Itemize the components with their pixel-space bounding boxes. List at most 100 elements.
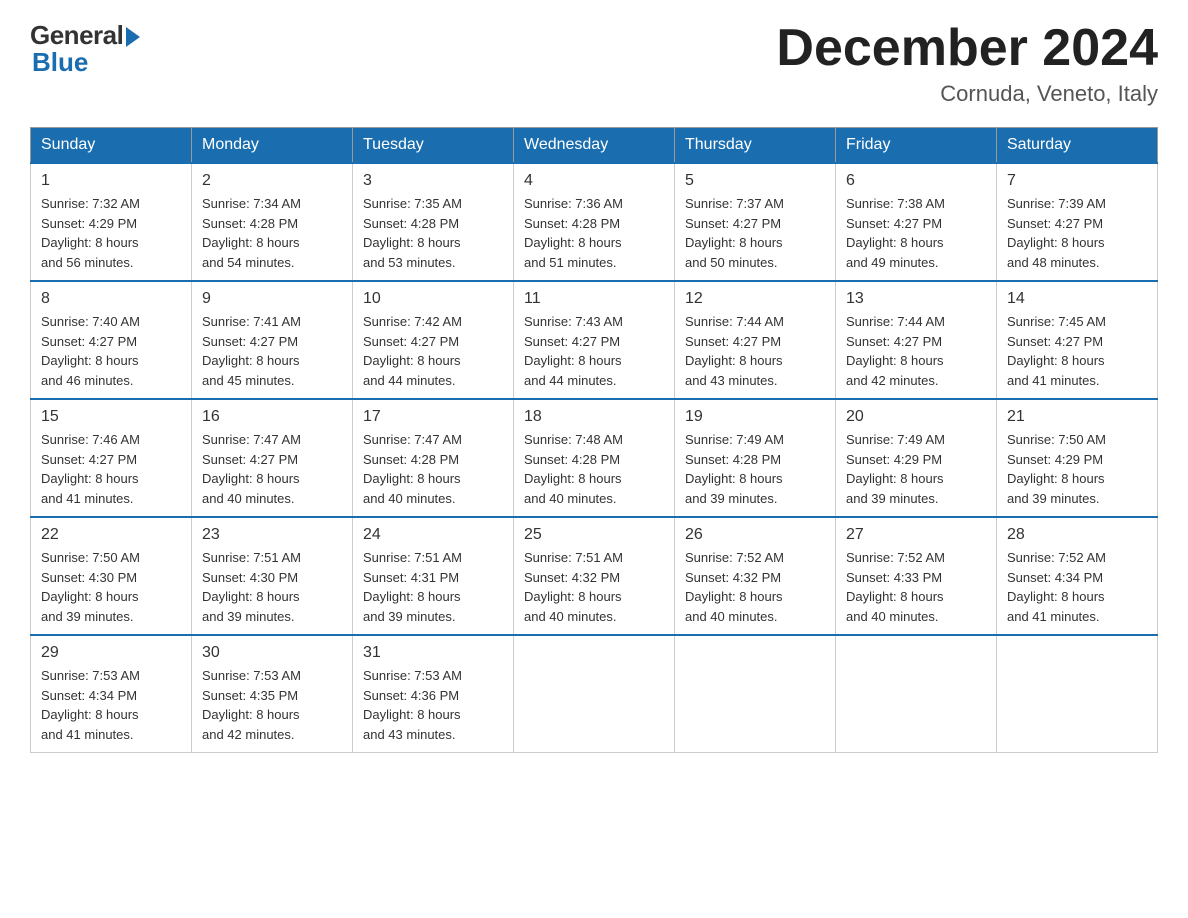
table-row: 11 Sunrise: 7:43 AM Sunset: 4:27 PM Dayl… [514, 281, 675, 399]
daylight-minutes: and 39 minutes. [41, 609, 134, 624]
day-info: Sunrise: 7:53 AM Sunset: 4:35 PM Dayligh… [202, 666, 342, 744]
day-info: Sunrise: 7:44 AM Sunset: 4:27 PM Dayligh… [685, 312, 825, 390]
location-text: Cornuda, Veneto, Italy [776, 81, 1158, 107]
day-info: Sunrise: 7:53 AM Sunset: 4:36 PM Dayligh… [363, 666, 503, 744]
col-thursday: Thursday [675, 128, 836, 164]
daylight-label: Daylight: 8 hours [363, 235, 461, 250]
daylight-minutes: and 40 minutes. [846, 609, 939, 624]
table-row: 28 Sunrise: 7:52 AM Sunset: 4:34 PM Dayl… [997, 517, 1158, 635]
day-number: 17 [363, 408, 503, 426]
daylight-minutes: and 39 minutes. [202, 609, 295, 624]
daylight-label: Daylight: 8 hours [363, 471, 461, 486]
day-info: Sunrise: 7:51 AM Sunset: 4:31 PM Dayligh… [363, 548, 503, 626]
daylight-minutes: and 56 minutes. [41, 255, 134, 270]
sunrise-label: Sunrise: 7:42 AM [363, 314, 462, 329]
sunset-label: Sunset: 4:31 PM [363, 570, 459, 585]
col-wednesday: Wednesday [514, 128, 675, 164]
sunset-label: Sunset: 4:27 PM [202, 334, 298, 349]
month-title: December 2024 [776, 20, 1158, 77]
col-saturday: Saturday [997, 128, 1158, 164]
daylight-label: Daylight: 8 hours [524, 235, 622, 250]
sunset-label: Sunset: 4:27 PM [1007, 216, 1103, 231]
sunrise-label: Sunrise: 7:51 AM [524, 550, 623, 565]
table-row: 27 Sunrise: 7:52 AM Sunset: 4:33 PM Dayl… [836, 517, 997, 635]
page-header: General Blue December 2024 Cornuda, Vene… [30, 20, 1158, 107]
table-row [836, 635, 997, 753]
day-number: 29 [41, 644, 181, 662]
sunrise-label: Sunrise: 7:53 AM [202, 668, 301, 683]
daylight-minutes: and 54 minutes. [202, 255, 295, 270]
daylight-minutes: and 43 minutes. [685, 373, 778, 388]
sunrise-label: Sunrise: 7:34 AM [202, 196, 301, 211]
calendar-week-row: 22 Sunrise: 7:50 AM Sunset: 4:30 PM Dayl… [31, 517, 1158, 635]
daylight-minutes: and 42 minutes. [846, 373, 939, 388]
sunset-label: Sunset: 4:30 PM [41, 570, 137, 585]
table-row: 16 Sunrise: 7:47 AM Sunset: 4:27 PM Dayl… [192, 399, 353, 517]
day-info: Sunrise: 7:46 AM Sunset: 4:27 PM Dayligh… [41, 430, 181, 508]
daylight-minutes: and 40 minutes. [363, 491, 456, 506]
daylight-label: Daylight: 8 hours [41, 707, 139, 722]
day-info: Sunrise: 7:49 AM Sunset: 4:29 PM Dayligh… [846, 430, 986, 508]
calendar-week-row: 15 Sunrise: 7:46 AM Sunset: 4:27 PM Dayl… [31, 399, 1158, 517]
daylight-minutes: and 49 minutes. [846, 255, 939, 270]
daylight-label: Daylight: 8 hours [846, 353, 944, 368]
day-info: Sunrise: 7:37 AM Sunset: 4:27 PM Dayligh… [685, 194, 825, 272]
sunset-label: Sunset: 4:27 PM [202, 452, 298, 467]
daylight-minutes: and 39 minutes. [1007, 491, 1100, 506]
day-number: 23 [202, 526, 342, 544]
daylight-minutes: and 41 minutes. [41, 491, 134, 506]
day-info: Sunrise: 7:50 AM Sunset: 4:30 PM Dayligh… [41, 548, 181, 626]
daylight-label: Daylight: 8 hours [846, 589, 944, 604]
day-number: 31 [363, 644, 503, 662]
daylight-minutes: and 39 minutes. [685, 491, 778, 506]
day-info: Sunrise: 7:44 AM Sunset: 4:27 PM Dayligh… [846, 312, 986, 390]
table-row: 21 Sunrise: 7:50 AM Sunset: 4:29 PM Dayl… [997, 399, 1158, 517]
sunset-label: Sunset: 4:34 PM [41, 688, 137, 703]
daylight-label: Daylight: 8 hours [202, 707, 300, 722]
col-friday: Friday [836, 128, 997, 164]
table-row: 15 Sunrise: 7:46 AM Sunset: 4:27 PM Dayl… [31, 399, 192, 517]
table-row: 23 Sunrise: 7:51 AM Sunset: 4:30 PM Dayl… [192, 517, 353, 635]
table-row: 4 Sunrise: 7:36 AM Sunset: 4:28 PM Dayli… [514, 163, 675, 281]
day-number: 4 [524, 172, 664, 190]
day-info: Sunrise: 7:38 AM Sunset: 4:27 PM Dayligh… [846, 194, 986, 272]
day-info: Sunrise: 7:52 AM Sunset: 4:32 PM Dayligh… [685, 548, 825, 626]
daylight-label: Daylight: 8 hours [524, 353, 622, 368]
sunset-label: Sunset: 4:27 PM [363, 334, 459, 349]
calendar-header-row: Sunday Monday Tuesday Wednesday Thursday… [31, 128, 1158, 164]
daylight-minutes: and 41 minutes. [41, 727, 134, 742]
sunrise-label: Sunrise: 7:48 AM [524, 432, 623, 447]
sunset-label: Sunset: 4:27 PM [1007, 334, 1103, 349]
calendar-week-row: 29 Sunrise: 7:53 AM Sunset: 4:34 PM Dayl… [31, 635, 1158, 753]
table-row: 31 Sunrise: 7:53 AM Sunset: 4:36 PM Dayl… [353, 635, 514, 753]
day-info: Sunrise: 7:39 AM Sunset: 4:27 PM Dayligh… [1007, 194, 1147, 272]
logo: General Blue [30, 20, 140, 78]
table-row: 18 Sunrise: 7:48 AM Sunset: 4:28 PM Dayl… [514, 399, 675, 517]
day-info: Sunrise: 7:49 AM Sunset: 4:28 PM Dayligh… [685, 430, 825, 508]
daylight-minutes: and 39 minutes. [846, 491, 939, 506]
sunrise-label: Sunrise: 7:36 AM [524, 196, 623, 211]
day-number: 1 [41, 172, 181, 190]
daylight-label: Daylight: 8 hours [524, 471, 622, 486]
daylight-label: Daylight: 8 hours [363, 707, 461, 722]
day-number: 11 [524, 290, 664, 308]
sunrise-label: Sunrise: 7:52 AM [1007, 550, 1106, 565]
day-info: Sunrise: 7:41 AM Sunset: 4:27 PM Dayligh… [202, 312, 342, 390]
daylight-label: Daylight: 8 hours [685, 235, 783, 250]
title-block: December 2024 Cornuda, Veneto, Italy [776, 20, 1158, 107]
sunset-label: Sunset: 4:27 PM [685, 216, 781, 231]
day-number: 6 [846, 172, 986, 190]
calendar-week-row: 8 Sunrise: 7:40 AM Sunset: 4:27 PM Dayli… [31, 281, 1158, 399]
sunrise-label: Sunrise: 7:52 AM [685, 550, 784, 565]
daylight-minutes: and 44 minutes. [524, 373, 617, 388]
sunrise-label: Sunrise: 7:51 AM [363, 550, 462, 565]
sunset-label: Sunset: 4:27 PM [685, 334, 781, 349]
daylight-label: Daylight: 8 hours [41, 589, 139, 604]
table-row: 13 Sunrise: 7:44 AM Sunset: 4:27 PM Dayl… [836, 281, 997, 399]
day-info: Sunrise: 7:32 AM Sunset: 4:29 PM Dayligh… [41, 194, 181, 272]
day-number: 8 [41, 290, 181, 308]
table-row: 22 Sunrise: 7:50 AM Sunset: 4:30 PM Dayl… [31, 517, 192, 635]
logo-blue-text: Blue [30, 47, 88, 78]
day-info: Sunrise: 7:34 AM Sunset: 4:28 PM Dayligh… [202, 194, 342, 272]
day-number: 7 [1007, 172, 1147, 190]
